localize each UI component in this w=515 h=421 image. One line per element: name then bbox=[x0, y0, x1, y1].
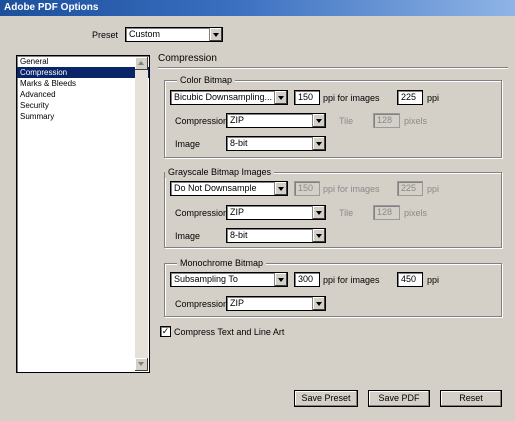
chevron-down-icon[interactable] bbox=[312, 206, 325, 219]
grayscale-tile-unit: pixels bbox=[404, 208, 428, 218]
grayscale-tile-label: Tile bbox=[339, 208, 354, 218]
monochrome-compression-select[interactable]: ZIP bbox=[226, 296, 326, 311]
sidebar-item-marks-bleeds[interactable]: Marks & Bleeds bbox=[17, 78, 149, 89]
monochrome-for-images-label: ppi for images bbox=[323, 275, 380, 285]
sidebar-item-security[interactable]: Security bbox=[17, 100, 149, 111]
checkmark-icon: ✓ bbox=[161, 326, 170, 336]
chevron-down-icon[interactable] bbox=[209, 28, 222, 41]
color-tile-input[interactable]: 128 bbox=[373, 113, 400, 128]
chevron-down-icon[interactable] bbox=[312, 137, 325, 150]
grayscale-compression-value: ZIP bbox=[230, 207, 245, 217]
grayscale-sampling-value: Do Not Downsample bbox=[174, 183, 257, 193]
panel-title: Compression bbox=[158, 53, 217, 64]
color-ppi-input[interactable]: 150 bbox=[294, 90, 320, 105]
chevron-down-icon[interactable] bbox=[274, 273, 287, 286]
window-title: Adobe PDF Options bbox=[0, 0, 515, 16]
grayscale-image-select[interactable]: 8-bit bbox=[226, 228, 326, 243]
color-tile-unit: pixels bbox=[404, 116, 428, 126]
sidebar-item-advanced[interactable]: Advanced bbox=[17, 89, 149, 100]
adobe-pdf-options-window: Adobe PDF Options Preset Custom General C… bbox=[0, 0, 515, 421]
grayscale-threshold-unit: ppi bbox=[427, 184, 440, 194]
color-tile-label: Tile bbox=[339, 116, 354, 126]
chevron-down-icon[interactable] bbox=[274, 182, 287, 195]
monochrome-compression-label: Compression bbox=[175, 299, 229, 309]
preset-label: Preset bbox=[92, 30, 119, 40]
chevron-down-icon[interactable] bbox=[312, 114, 325, 127]
sidebar-item-summary[interactable]: Summary bbox=[17, 111, 149, 122]
grayscale-sampling-select[interactable]: Do Not Downsample bbox=[170, 181, 288, 196]
grayscale-bitmap-title: Grayscale Bitmap Images bbox=[165, 166, 275, 178]
color-threshold-input[interactable]: 225 bbox=[397, 90, 423, 105]
grayscale-threshold-input[interactable]: 225 bbox=[397, 181, 423, 196]
category-items: General Compression Marks & Bleeds Advanced… bbox=[17, 56, 149, 122]
monochrome-threshold-unit: ppi bbox=[427, 275, 440, 285]
save-pdf-button[interactable]: Save PDF bbox=[368, 390, 430, 407]
grayscale-compression-select[interactable]: ZIP bbox=[226, 205, 326, 220]
color-image-label: Image bbox=[175, 139, 201, 149]
color-compression-select[interactable]: ZIP bbox=[226, 113, 326, 128]
preset-select[interactable]: Custom bbox=[125, 27, 223, 42]
monochrome-ppi-input[interactable]: 300 bbox=[294, 272, 320, 287]
panel-divider bbox=[158, 67, 508, 69]
scroll-down-icon[interactable] bbox=[135, 358, 148, 371]
grayscale-for-images-label: ppi for images bbox=[323, 184, 380, 194]
monochrome-bitmap-title: Monochrome Bitmap bbox=[177, 257, 267, 269]
monochrome-threshold-input[interactable]: 450 bbox=[397, 272, 423, 287]
monochrome-sampling-value: Subsampling To bbox=[174, 274, 238, 284]
color-compression-label: Compression bbox=[175, 116, 229, 126]
grayscale-tile-input[interactable]: 128 bbox=[373, 205, 400, 220]
chevron-down-icon[interactable] bbox=[312, 229, 325, 242]
chevron-down-icon[interactable] bbox=[274, 91, 287, 104]
color-for-images-label: ppi for images bbox=[323, 93, 380, 103]
color-image-select[interactable]: 8-bit bbox=[226, 136, 326, 151]
color-image-value: 8-bit bbox=[230, 138, 248, 148]
color-sampling-value: Bicubic Downsampling... bbox=[174, 92, 273, 102]
grayscale-compression-label: Compression bbox=[175, 208, 229, 218]
color-bitmap-title: Color Bitmap bbox=[177, 74, 236, 86]
color-threshold-unit: ppi bbox=[427, 93, 440, 103]
reset-button[interactable]: Reset bbox=[440, 390, 502, 407]
sidebar-item-compression[interactable]: Compression bbox=[17, 67, 149, 78]
grayscale-image-value: 8-bit bbox=[230, 230, 248, 240]
scroll-up-icon[interactable] bbox=[135, 57, 148, 70]
sidebar-item-general[interactable]: General bbox=[17, 56, 149, 67]
monochrome-compression-value: ZIP bbox=[230, 298, 245, 308]
color-compression-value: ZIP bbox=[230, 115, 245, 125]
grayscale-image-label: Image bbox=[175, 231, 201, 241]
save-preset-button[interactable]: Save Preset bbox=[294, 390, 358, 407]
monochrome-sampling-select[interactable]: Subsampling To bbox=[170, 272, 288, 287]
chevron-down-icon[interactable] bbox=[312, 297, 325, 310]
grayscale-ppi-input[interactable]: 150 bbox=[294, 181, 320, 196]
category-scrollbar[interactable] bbox=[135, 57, 148, 371]
compress-text-label: Compress Text and Line Art bbox=[174, 327, 285, 337]
category-list[interactable]: General Compression Marks & Bleeds Advanced… bbox=[16, 55, 150, 373]
compress-text-checkbox[interactable]: ✓ bbox=[160, 326, 171, 337]
color-sampling-select[interactable]: Bicubic Downsampling... bbox=[170, 90, 288, 105]
preset-value: Custom bbox=[129, 29, 161, 39]
